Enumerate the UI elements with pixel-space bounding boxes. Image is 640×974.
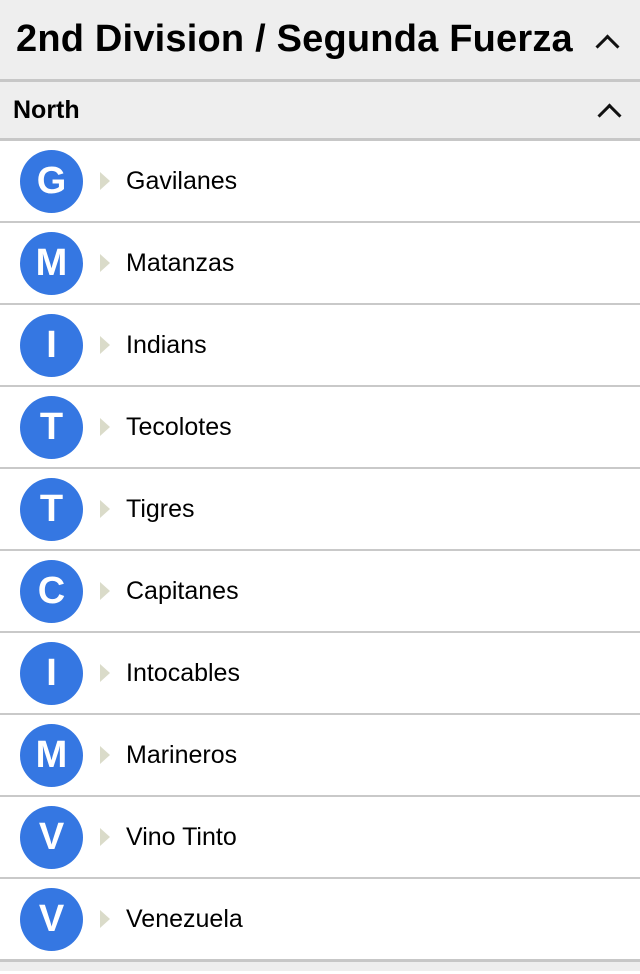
avatar: V bbox=[20, 887, 83, 951]
avatar: I bbox=[20, 313, 83, 377]
avatar: I bbox=[20, 641, 83, 705]
caret-right-icon[interactable] bbox=[100, 336, 110, 354]
team-name: Capitanes bbox=[126, 576, 239, 605]
team-name: Indians bbox=[126, 330, 207, 359]
list-item[interactable]: V Vino Tinto bbox=[0, 797, 640, 879]
chevron-up-icon[interactable] bbox=[597, 103, 622, 128]
team-name: Tecolotes bbox=[126, 412, 232, 441]
avatar: G bbox=[20, 149, 83, 213]
team-name: Marineros bbox=[126, 740, 238, 769]
caret-right-icon[interactable] bbox=[100, 254, 110, 272]
caret-right-icon[interactable] bbox=[100, 172, 110, 190]
team-name: Intocables bbox=[126, 658, 240, 687]
caret-right-icon[interactable] bbox=[100, 910, 110, 928]
avatar: M bbox=[20, 231, 83, 295]
caret-right-icon[interactable] bbox=[100, 500, 110, 518]
team-name: Venezuela bbox=[126, 904, 243, 933]
team-list: G Gavilanes M Matanzas I Indians T Tecol… bbox=[0, 141, 640, 962]
list-item[interactable]: T Tecolotes bbox=[0, 387, 640, 469]
section-title: North bbox=[13, 95, 80, 124]
avatar: T bbox=[20, 395, 83, 459]
avatar: C bbox=[20, 559, 83, 623]
avatar: M bbox=[20, 723, 83, 787]
avatar: T bbox=[20, 477, 83, 541]
list-item[interactable]: I Intocables bbox=[0, 633, 640, 715]
team-name: Matanzas bbox=[126, 248, 235, 277]
division-header[interactable]: 2nd Division / Segunda Fuerza bbox=[0, 0, 640, 82]
list-item[interactable]: M Matanzas bbox=[0, 223, 640, 305]
team-name: Tigres bbox=[126, 494, 195, 523]
section-header-north[interactable]: North bbox=[0, 82, 640, 141]
next-section-edge bbox=[0, 962, 640, 971]
page: 2nd Division / Segunda Fuerza North G Ga… bbox=[0, 0, 640, 974]
caret-right-icon[interactable] bbox=[100, 664, 110, 682]
list-item[interactable]: G Gavilanes bbox=[0, 141, 640, 223]
caret-right-icon[interactable] bbox=[100, 746, 110, 764]
caret-right-icon[interactable] bbox=[100, 582, 110, 600]
list-item[interactable]: C Capitanes bbox=[0, 551, 640, 633]
list-item[interactable]: V Venezuela bbox=[0, 879, 640, 962]
caret-right-icon[interactable] bbox=[100, 828, 110, 846]
list-item[interactable]: T Tigres bbox=[0, 469, 640, 551]
caret-right-icon[interactable] bbox=[100, 418, 110, 436]
chevron-up-icon[interactable] bbox=[595, 34, 620, 59]
avatar: V bbox=[20, 805, 83, 869]
team-name: Gavilanes bbox=[126, 166, 238, 195]
team-name: Vino Tinto bbox=[126, 822, 237, 851]
list-item[interactable]: M Marineros bbox=[0, 715, 640, 797]
list-item[interactable]: I Indians bbox=[0, 305, 640, 387]
division-title: 2nd Division / Segunda Fuerza bbox=[16, 18, 573, 60]
